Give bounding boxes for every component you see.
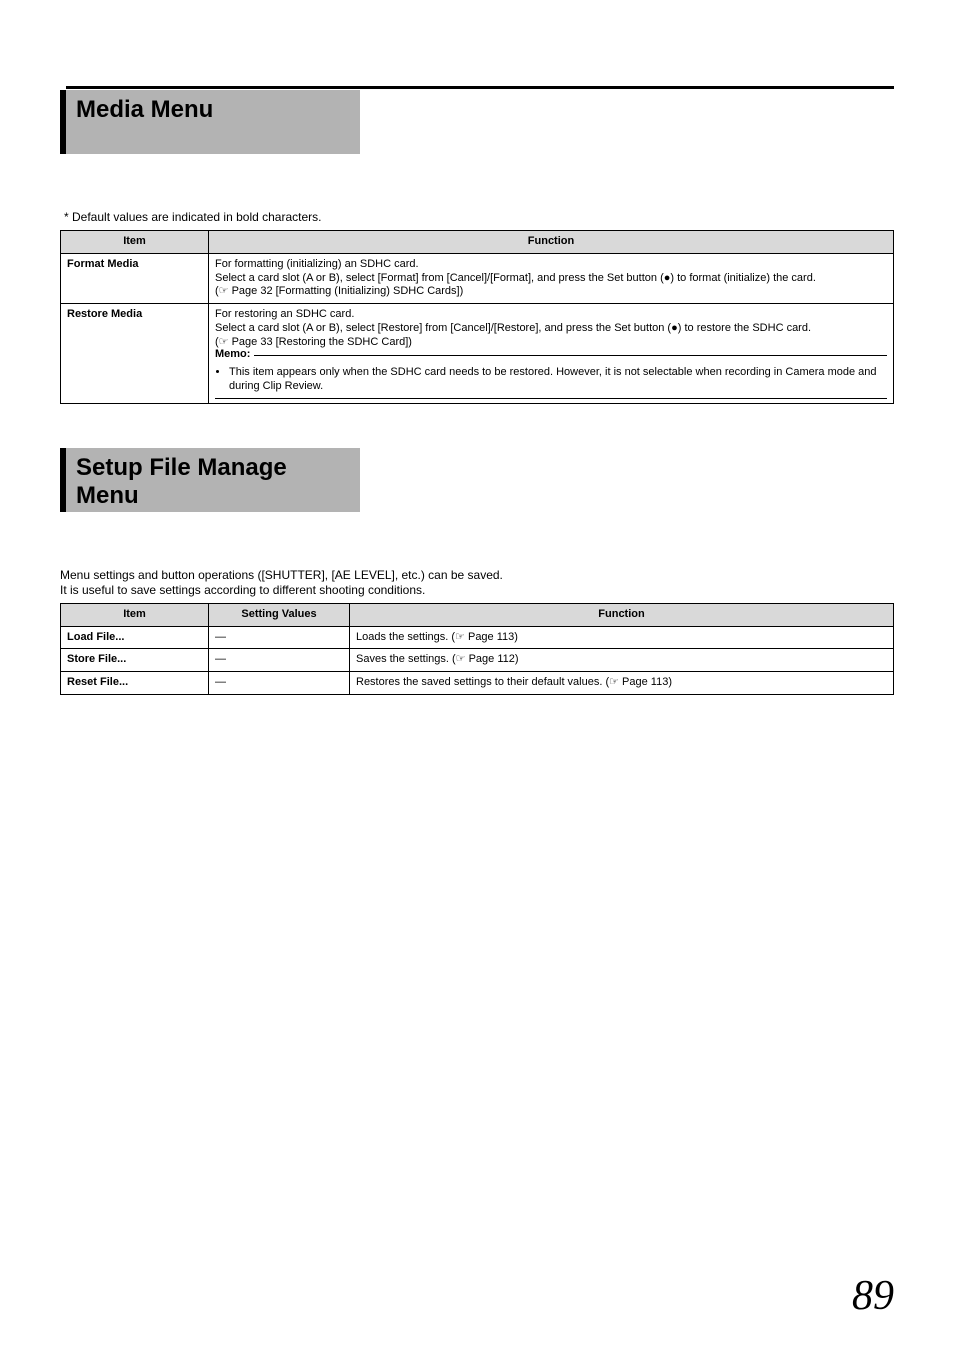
- setup-header-function: Function: [350, 603, 894, 626]
- restore-line1: For restoring an SDHC card.: [215, 308, 354, 320]
- format-line2b: ) to format (initialize) the card.: [670, 272, 816, 284]
- setup-intro-1: Menu settings and button operations ([SH…: [60, 568, 894, 582]
- restore-ref: (☞ Page 33 [Restoring the SDHC Card]): [215, 336, 412, 348]
- setup-header-item: Item: [61, 603, 209, 626]
- func-reset-file: Restores the saved settings to their def…: [350, 672, 894, 695]
- sv-reset-file: —: [209, 672, 350, 695]
- func-store-file: Saves the settings. (☞ Page 112): [350, 649, 894, 672]
- section-header-setup: Setup File Manage Menu: [60, 448, 360, 512]
- section-title-setup: Setup File Manage Menu: [76, 454, 350, 510]
- item-reset-file: Reset File...: [61, 672, 209, 695]
- table-row: Store File... — Saves the settings. (☞ P…: [61, 649, 894, 672]
- func-format-media: For formatting (initializing) an SDHC ca…: [209, 253, 894, 303]
- default-values-note: * Default values are indicated in bold c…: [64, 210, 894, 224]
- page-number: 89: [852, 1272, 894, 1320]
- item-format-media: Format Media: [61, 253, 209, 303]
- sv-store-file: —: [209, 649, 350, 672]
- setup-header-sv: Setting Values: [209, 603, 350, 626]
- section-header-media: Media Menu: [60, 90, 360, 154]
- table-row: Load File... — Loads the settings. (☞ Pa…: [61, 626, 894, 649]
- set-button-dot-icon: ●: [671, 322, 678, 334]
- memo-block: Memo: This item appears only when the SD…: [215, 355, 887, 399]
- memo-list: This item appears only when the SDHC car…: [215, 366, 887, 394]
- table-row: Restore Media For restoring an SDHC card…: [61, 304, 894, 404]
- table-row: Format Media For formatting (initializin…: [61, 253, 894, 303]
- func-load-file: Loads the settings. (☞ Page 113): [350, 626, 894, 649]
- func-restore-media: For restoring an SDHC card. Select a car…: [209, 304, 894, 404]
- media-header-function: Function: [209, 231, 894, 254]
- table-row: Reset File... — Restores the saved setti…: [61, 672, 894, 695]
- setup-intro-2: It is useful to save settings according …: [60, 583, 894, 597]
- media-menu-table: Item Function Format Media For formattin…: [60, 230, 894, 404]
- item-load-file: Load File...: [61, 626, 209, 649]
- sv-load-file: —: [209, 626, 350, 649]
- format-line2a: Select a card slot (A or B), select [For…: [215, 272, 664, 284]
- restore-line2a: Select a card slot (A or B), select [Res…: [215, 322, 671, 334]
- item-store-file: Store File...: [61, 649, 209, 672]
- format-ref: (☞ Page 32 [Formatting (Initializing) SD…: [215, 285, 463, 297]
- restore-line2b: ) to restore the SDHC card.: [678, 322, 811, 334]
- setup-menu-table: Item Setting Values Function Load File..…: [60, 603, 894, 695]
- page-top-rule: [66, 86, 894, 89]
- memo-item: This item appears only when the SDHC car…: [229, 366, 887, 394]
- item-restore-media: Restore Media: [61, 304, 209, 404]
- media-header-item: Item: [61, 231, 209, 254]
- memo-label: Memo:: [215, 348, 254, 362]
- section-title-media: Media Menu: [76, 96, 213, 124]
- format-line1: For formatting (initializing) an SDHC ca…: [215, 258, 419, 270]
